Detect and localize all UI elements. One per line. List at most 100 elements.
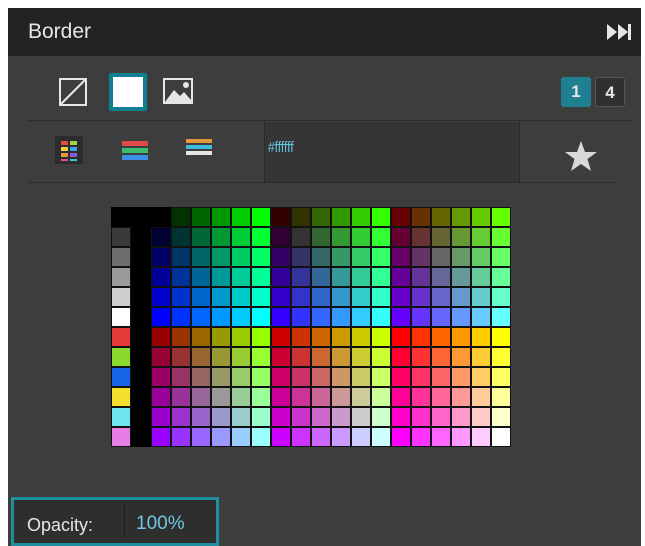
palette-swatch[interactable] (311, 307, 331, 327)
palette-swatch[interactable] (271, 347, 291, 367)
palette-swatch[interactable] (191, 307, 211, 327)
palette-swatch[interactable] (331, 287, 351, 307)
palette-swatch[interactable] (231, 307, 251, 327)
palette-swatch[interactable] (491, 367, 511, 387)
palette-swatch[interactable] (491, 287, 511, 307)
palette-swatch[interactable] (451, 247, 471, 267)
palette-swatch[interactable] (451, 327, 471, 347)
palette-swatch[interactable] (371, 347, 391, 367)
palette-swatch[interactable] (291, 367, 311, 387)
palette-swatch[interactable] (211, 387, 231, 407)
palette-swatch[interactable] (171, 247, 191, 267)
palette-swatch[interactable] (291, 307, 311, 327)
palette-swatch[interactable] (371, 327, 391, 347)
palette-swatch[interactable] (491, 327, 511, 347)
palette-swatch[interactable] (231, 287, 251, 307)
palette-swatch[interactable] (171, 387, 191, 407)
palette-swatch[interactable] (471, 307, 491, 327)
palette-swatch[interactable] (331, 367, 351, 387)
opacity-value[interactable]: 100% (136, 513, 185, 535)
palette-swatch[interactable] (451, 227, 471, 247)
palette-swatch[interactable] (211, 307, 231, 327)
palette-swatch[interactable] (351, 307, 371, 327)
palette-swatch[interactable] (391, 287, 411, 307)
palette-swatch[interactable] (371, 207, 391, 227)
palette-swatch[interactable] (191, 387, 211, 407)
palette-swatch[interactable] (351, 287, 371, 307)
palette-swatch[interactable] (291, 287, 311, 307)
palette-swatch[interactable] (411, 287, 431, 307)
palette-swatch[interactable] (431, 347, 451, 367)
palette-swatch[interactable] (391, 227, 411, 247)
slider-palette-button[interactable] (184, 136, 214, 162)
palette-swatch[interactable] (111, 387, 131, 407)
palette-swatch[interactable] (351, 227, 371, 247)
palette-swatch[interactable] (111, 367, 131, 387)
palette-swatch[interactable] (171, 367, 191, 387)
palette-swatch[interactable] (171, 227, 191, 247)
palette-swatch[interactable] (171, 207, 191, 227)
palette-swatch[interactable] (491, 207, 511, 227)
palette-swatch[interactable] (431, 307, 451, 327)
palette-swatch[interactable] (451, 367, 471, 387)
palette-swatch[interactable] (251, 407, 271, 427)
palette-swatch[interactable] (491, 307, 511, 327)
palette-swatch[interactable] (291, 327, 311, 347)
palette-swatch[interactable] (231, 347, 251, 367)
palette-swatch[interactable] (191, 427, 211, 447)
palette-swatch[interactable] (431, 267, 451, 287)
palette-swatch[interactable] (331, 327, 351, 347)
palette-swatch[interactable] (331, 207, 351, 227)
palette-swatch[interactable] (171, 267, 191, 287)
palette-swatch[interactable] (231, 227, 251, 247)
palette-swatch[interactable] (311, 247, 331, 267)
palette-swatch[interactable] (451, 287, 471, 307)
palette-swatch[interactable] (231, 267, 251, 287)
palette-swatch[interactable] (411, 427, 431, 447)
palette-swatch[interactable] (471, 387, 491, 407)
palette-swatch[interactable] (471, 207, 491, 227)
palette-swatch[interactable] (451, 267, 471, 287)
palette-swatch[interactable] (111, 267, 131, 287)
palette-swatch[interactable] (271, 207, 291, 227)
palette-swatch[interactable] (311, 267, 331, 287)
palette-swatch[interactable] (191, 327, 211, 347)
palette-swatch[interactable] (191, 247, 211, 267)
palette-swatch[interactable] (311, 387, 331, 407)
palette-swatch[interactable] (391, 267, 411, 287)
palette-swatch[interactable] (311, 207, 331, 227)
palette-swatch[interactable] (271, 307, 291, 327)
palette-swatch[interactable] (211, 227, 231, 247)
palette-swatch[interactable] (411, 407, 431, 427)
palette-swatch[interactable] (451, 347, 471, 367)
layer-1-button[interactable]: 1 (561, 77, 591, 107)
palette-swatch[interactable] (191, 367, 211, 387)
palette-swatch[interactable] (151, 247, 171, 267)
palette-swatch[interactable] (351, 247, 371, 267)
palette-swatch[interactable] (431, 367, 451, 387)
palette-swatch[interactable] (331, 427, 351, 447)
palette-swatch[interactable] (291, 227, 311, 247)
palette-swatch[interactable] (231, 327, 251, 347)
palette-swatch[interactable] (211, 207, 231, 227)
palette-swatch[interactable] (291, 387, 311, 407)
palette-swatch[interactable] (271, 387, 291, 407)
palette-swatch[interactable] (151, 347, 171, 367)
palette-swatch[interactable] (251, 287, 271, 307)
palette-swatch[interactable] (471, 407, 491, 427)
palette-swatch[interactable] (271, 267, 291, 287)
palette-swatch[interactable] (391, 427, 411, 447)
hex-color-field[interactable]: #ffffff (264, 122, 520, 182)
palette-swatch[interactable] (231, 387, 251, 407)
palette-swatch[interactable] (391, 387, 411, 407)
palette-swatch[interactable] (411, 207, 431, 227)
palette-swatch[interactable] (191, 287, 211, 307)
palette-swatch[interactable] (231, 407, 251, 427)
palette-swatch[interactable] (211, 407, 231, 427)
palette-swatch[interactable] (271, 407, 291, 427)
palette-swatch[interactable] (371, 307, 391, 327)
palette-swatch[interactable] (211, 367, 231, 387)
palette-swatch[interactable] (451, 427, 471, 447)
palette-swatch[interactable] (371, 367, 391, 387)
collapse-panel-icon[interactable] (605, 22, 633, 42)
